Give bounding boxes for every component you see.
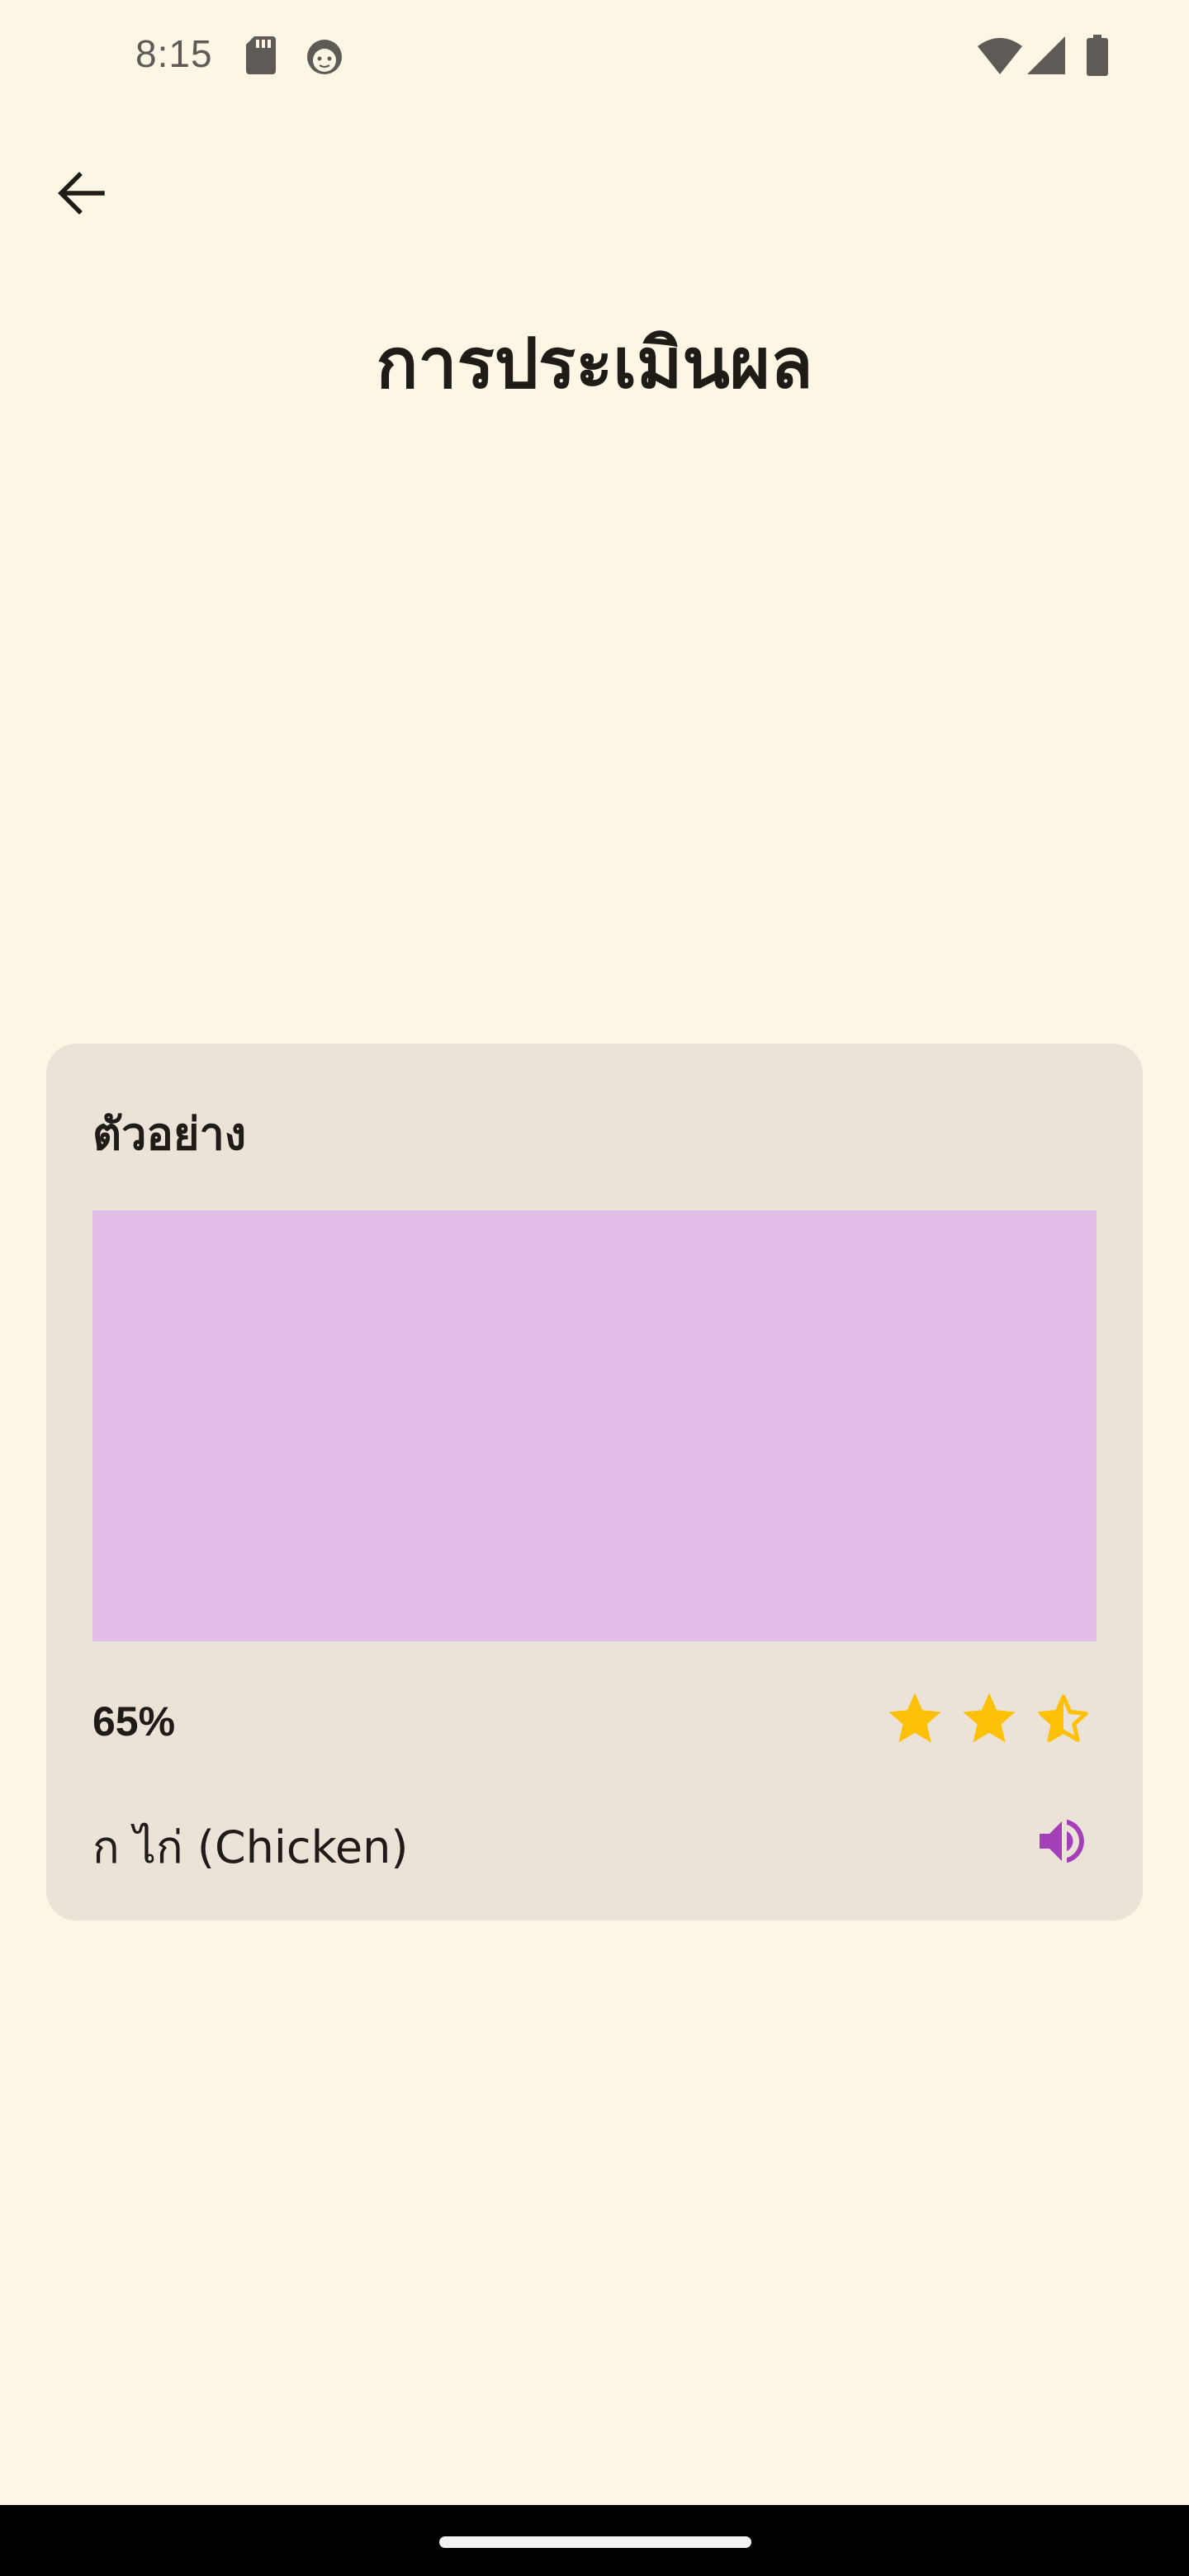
home-gesture-handle[interactable] <box>439 2536 751 2548</box>
star-rating <box>883 1688 1106 1757</box>
back-button[interactable] <box>40 152 122 234</box>
score-percent: 65% <box>92 1698 176 1745</box>
face-icon <box>307 40 342 74</box>
battery-icon <box>1087 35 1108 76</box>
sample-image <box>92 1210 1097 1641</box>
status-time: 8:15 <box>135 32 213 75</box>
star-full-icon <box>963 1693 1016 1743</box>
arrow-back-icon <box>58 172 105 215</box>
volume-up-icon <box>1040 1819 1084 1863</box>
sd-card-icon <box>246 36 276 74</box>
play-sound-button[interactable] <box>1021 1800 1103 1882</box>
navigation-bar <box>0 2505 1189 2576</box>
star-half-icon <box>1037 1693 1088 1743</box>
signal-icon <box>1027 36 1065 74</box>
page-title: การประเมินผล <box>376 323 813 404</box>
card-title: ตัวอย่าง <box>92 1108 247 1160</box>
wifi-icon <box>978 38 1022 74</box>
star-full-icon <box>888 1693 941 1743</box>
word-label: ก ไก่ (Chicken) <box>92 1821 409 1873</box>
result-card: ตัวอย่าง 65% ก ไก่ (Chicken) <box>46 1044 1143 1920</box>
status-bar: 8:15 <box>0 0 1189 116</box>
